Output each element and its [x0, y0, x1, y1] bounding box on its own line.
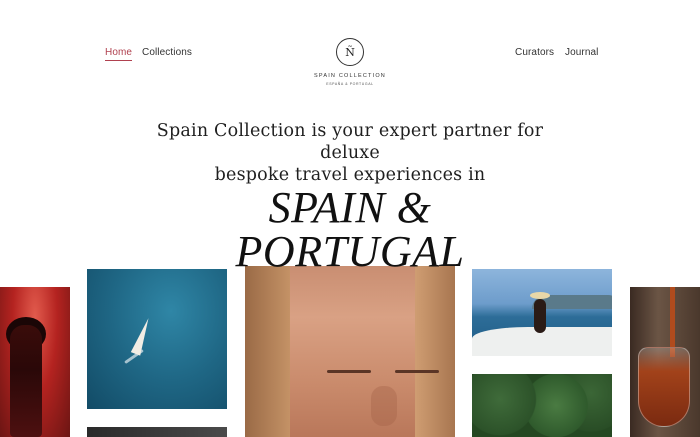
photo-detail — [371, 386, 397, 426]
wine-glass-icon — [638, 347, 690, 427]
site-logo[interactable]: Ñ SPAIN COLLECTION ESPAÑA & PORTUGAL — [300, 38, 400, 86]
logo-mark-icon: Ñ — [336, 38, 364, 66]
photo-detail — [395, 370, 439, 373]
photo-detail — [530, 292, 550, 299]
logo-name: SPAIN COLLECTION — [314, 73, 386, 79]
photo-detail — [415, 266, 455, 437]
woman-red-dress-photo[interactable] — [0, 287, 70, 437]
headline-line-2: PORTUGAL — [235, 227, 465, 276]
nav-journal[interactable]: Journal — [565, 47, 599, 58]
photo-detail — [245, 266, 290, 437]
wine-glass-pour-photo[interactable] — [630, 287, 700, 437]
headline-line-1: SPAIN & — [268, 183, 432, 232]
sailboat-sea-photo[interactable] — [87, 269, 227, 409]
sailboat-icon — [130, 316, 154, 356]
hero-headline: SPAIN & PORTUGAL — [150, 186, 550, 274]
photo-detail — [534, 299, 546, 333]
nav-curators[interactable]: Curators — [515, 47, 554, 58]
photo-detail — [327, 370, 371, 373]
nav-home[interactable]: Home — [105, 47, 133, 61]
forest-aerial-photo[interactable] — [472, 374, 612, 437]
woman-on-yacht-photo[interactable] — [472, 269, 612, 356]
woman-face-closeup-photo[interactable] — [245, 266, 455, 437]
intro-line-1: Spain Collection is your expert partner … — [156, 121, 544, 163]
nav-collections[interactable]: Collections — [142, 47, 192, 58]
photo-detail — [10, 325, 42, 437]
gallery-photo-partial[interactable] — [87, 427, 227, 437]
logo-subtitle: ESPAÑA & PORTUGAL — [326, 82, 374, 86]
intro-text: Spain Collection is your expert partner … — [130, 120, 570, 186]
